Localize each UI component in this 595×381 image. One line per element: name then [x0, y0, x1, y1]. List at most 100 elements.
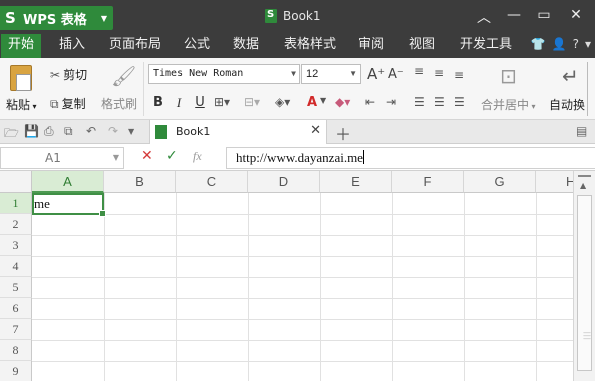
scroll-thumb[interactable]: — — —: [577, 195, 592, 371]
document-tab[interactable]: Book1 ✕: [149, 120, 327, 144]
column-header-g[interactable]: G: [464, 171, 536, 193]
help-icon[interactable]: ?: [573, 37, 579, 51]
decrease-indent-icon[interactable]: ⇤: [365, 95, 375, 109]
tab-view[interactable]: 视图: [402, 34, 442, 58]
row-header-2[interactable]: 2: [0, 214, 32, 235]
cell-style-icon[interactable]: ⊟▾: [244, 95, 260, 109]
column-header-h[interactable]: H: [536, 171, 573, 193]
align-bottom-icon[interactable]: ≡: [454, 68, 464, 82]
borders-icon[interactable]: ⊞▾: [214, 95, 230, 109]
minimize-icon[interactable]: —: [504, 7, 524, 23]
font-color-button[interactable]: A: [305, 95, 319, 110]
grid-line: [464, 193, 465, 381]
row-header-5[interactable]: 5: [0, 277, 32, 298]
cell-a1-value: me: [34, 196, 50, 211]
grid-line: [32, 256, 573, 257]
row-header-4[interactable]: 4: [0, 256, 32, 277]
column-header-e[interactable]: E: [320, 171, 392, 193]
app-menu-button[interactable]: S WPS 表格 ▼: [0, 6, 113, 30]
grow-font-button[interactable]: A⁺: [367, 65, 385, 83]
chevron-down-icon[interactable]: ▾: [585, 37, 591, 51]
select-all-corner[interactable]: [0, 171, 32, 193]
grid-line: [392, 193, 393, 381]
format-painter-button[interactable]: 格式刷: [101, 95, 137, 112]
align-middle-icon[interactable]: ≡: [434, 66, 444, 80]
increase-indent-icon[interactable]: ⇥: [386, 95, 396, 109]
tab-table-style[interactable]: 表格样式: [277, 34, 343, 58]
align-center-icon[interactable]: ☰: [434, 95, 445, 109]
column-header-c[interactable]: C: [176, 171, 248, 193]
align-right-icon[interactable]: ☰: [454, 95, 465, 109]
tab-home[interactable]: 开始: [1, 34, 42, 58]
text-cursor: [362, 150, 364, 164]
row-header-8[interactable]: 8: [0, 340, 32, 361]
underline-button[interactable]: U: [193, 95, 207, 110]
column-header-b[interactable]: B: [104, 171, 176, 193]
paste-button[interactable]: 粘贴 ▾: [6, 96, 37, 113]
paste-icon[interactable]: [10, 65, 32, 91]
italic-button[interactable]: I: [172, 95, 186, 111]
scroll-up-icon[interactable]: ▲: [580, 181, 586, 190]
merge-center-icon[interactable]: ⊡: [500, 64, 517, 88]
skin-icon[interactable]: 👕: [531, 37, 546, 51]
name-box[interactable]: A1 ▼: [0, 147, 124, 169]
user-icon[interactable]: 👤: [552, 37, 567, 51]
confirm-edit-icon[interactable]: ✓: [166, 148, 178, 164]
insert-function-button[interactable]: fx: [193, 149, 202, 164]
merge-center-button[interactable]: 合并居中 ▾: [481, 96, 536, 113]
wrap-text-icon[interactable]: ↵: [562, 64, 579, 88]
redo-icon[interactable]: ↷: [108, 124, 118, 138]
row-header-7[interactable]: 7: [0, 319, 32, 340]
wrap-text-button[interactable]: 自动换: [549, 96, 585, 113]
align-top-icon[interactable]: ≡: [414, 64, 424, 78]
column-header-a[interactable]: A: [32, 171, 104, 193]
bold-button[interactable]: B: [151, 95, 165, 110]
copy-button[interactable]: ⧉ 复制: [50, 95, 86, 112]
maximize-icon[interactable]: ▭: [534, 7, 554, 23]
font-name-select[interactable]: Times New Roman ▼: [148, 64, 300, 84]
cut-button[interactable]: ✂ 剪切: [50, 66, 87, 83]
tab-insert[interactable]: 插入: [52, 34, 92, 58]
row-header-6[interactable]: 6: [0, 298, 32, 319]
print-preview-icon[interactable]: ⧉: [64, 124, 73, 139]
grid-line: [320, 193, 321, 381]
row-header-3[interactable]: 3: [0, 235, 32, 256]
chevron-down-icon[interactable]: ▼: [320, 96, 326, 105]
split-handle[interactable]: [578, 175, 591, 177]
shrink-font-button[interactable]: A⁻: [388, 67, 404, 82]
new-tab-button[interactable]: ＋: [335, 121, 351, 145]
tab-data[interactable]: 数据: [226, 34, 266, 58]
formula-input[interactable]: http://www.dayanzai.me: [226, 147, 595, 169]
tab-page-layout[interactable]: 页面布局: [102, 34, 168, 58]
column-header-f[interactable]: F: [392, 171, 464, 193]
undo-icon[interactable]: ↶: [86, 124, 96, 138]
print-icon[interactable]: ⎙: [44, 124, 54, 139]
tab-developer[interactable]: 开发工具: [453, 34, 519, 58]
align-left-icon[interactable]: ☰: [414, 95, 425, 109]
row-header-9[interactable]: 9: [0, 361, 32, 381]
tab-list-icon[interactable]: ▤: [576, 124, 587, 138]
wps-spreadsheet-window: S WPS 表格 ▼ Book1 ︿ — ▭ ✕ 开始 插入 页面布局 公式 数…: [0, 0, 595, 381]
wps-logo-icon: S: [5, 9, 16, 27]
font-size-select[interactable]: 12 ▼: [301, 64, 361, 84]
fill-color-icon[interactable]: ◈▾: [275, 95, 290, 109]
close-tab-icon[interactable]: ✕: [310, 123, 321, 138]
close-icon[interactable]: ✕: [566, 7, 586, 23]
sheet-grid[interactable]: A B C D E F G H 1 2 3 4 5 6 7 8 9 me: [0, 171, 573, 381]
app-name: WPS 表格: [23, 12, 87, 28]
format-painter-icon[interactable]: 🖌: [111, 64, 136, 88]
chevron-up-icon[interactable]: ︿: [474, 7, 494, 27]
tab-formulas[interactable]: 公式: [177, 34, 217, 58]
grip-icon: — — —: [583, 328, 591, 343]
grid-line: [176, 193, 177, 381]
tab-review[interactable]: 审阅: [351, 34, 391, 58]
grid-line: [32, 319, 573, 320]
open-folder-icon[interactable]: 🗁: [4, 124, 19, 145]
chevron-down-icon[interactable]: ▼: [128, 127, 134, 136]
clear-format-icon[interactable]: ◆▾: [335, 95, 350, 109]
vertical-scrollbar[interactable]: ▲ — — —: [573, 171, 595, 381]
cancel-edit-icon[interactable]: ✕: [141, 148, 153, 164]
column-header-d[interactable]: D: [248, 171, 320, 193]
save-icon[interactable]: 💾: [24, 124, 39, 138]
row-header-1[interactable]: 1: [0, 193, 32, 214]
